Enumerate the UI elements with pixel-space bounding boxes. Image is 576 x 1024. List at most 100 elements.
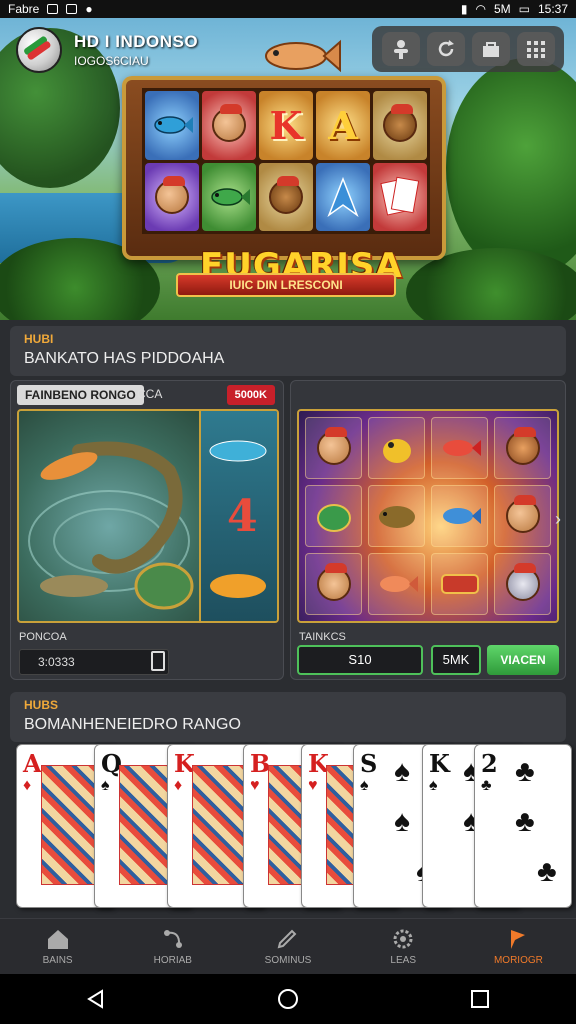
card-rank: S xyxy=(360,749,378,778)
recents-icon[interactable] xyxy=(468,987,492,1011)
card-pip: ♣ xyxy=(515,805,535,838)
tile xyxy=(431,417,488,479)
avatar xyxy=(212,104,246,143)
card-suit: ♠ xyxy=(101,777,110,794)
fish-symbol-2 xyxy=(202,162,256,231)
signal-icon: ▮ xyxy=(460,2,468,16)
app-logo[interactable] xyxy=(16,27,62,73)
monkey-symbol xyxy=(373,91,427,160)
wifi-icon: ◠ xyxy=(475,2,486,16)
game-panel-fishing[interactable]: FAINBENO RONGO CCA 5000K 4 PONCOA 3:0333 xyxy=(10,380,284,680)
network-text: 5M xyxy=(493,2,511,16)
panel-tag-secondary: CCA xyxy=(137,387,163,401)
panel-tag[interactable]: FAINBENO RONGO xyxy=(17,385,144,405)
status-bar: Fabre ● ▮ ◠ 5M ▭ 15:37 xyxy=(0,0,576,18)
nav-item-flag[interactable]: MORIOGR xyxy=(461,919,576,974)
back-icon[interactable] xyxy=(84,987,108,1011)
image-icon xyxy=(66,4,78,14)
monkey-avatar xyxy=(269,175,303,214)
character-symbol xyxy=(202,91,256,160)
section-header-2: HUBS BOMANHENEIEDRO RANGO xyxy=(10,692,566,742)
location-icon: ● xyxy=(85,2,93,16)
card-suit: ♥ xyxy=(250,777,260,794)
nav-label: MORIOGR xyxy=(493,955,543,966)
nav-item-settings[interactable]: LEAS xyxy=(346,919,461,974)
avatar xyxy=(155,175,189,214)
tile xyxy=(305,417,362,479)
share-icon xyxy=(163,930,182,948)
home-icon xyxy=(47,930,68,949)
card-row: A♦Q♠K♦B♥K♥S♠♠♠♠K♠♠♠♠2♣♣♣♣ xyxy=(0,744,576,914)
fish-symbol xyxy=(145,91,199,160)
svg-text:4: 4 xyxy=(227,491,258,542)
card-pip: ♣ xyxy=(515,755,535,788)
tile xyxy=(305,485,362,547)
avatar xyxy=(505,427,540,465)
tile xyxy=(368,485,425,547)
card-suit: ♠ xyxy=(360,777,369,794)
nav-label: HORIAB xyxy=(153,955,192,966)
tile xyxy=(305,553,362,615)
reel-letter-a: A xyxy=(328,102,358,148)
balance-field[interactable]: 3:0333 xyxy=(19,649,169,675)
character-icon[interactable] xyxy=(381,32,420,66)
tile xyxy=(494,485,551,547)
card-pip: ♣ xyxy=(537,855,557,888)
nav-item-share[interactable]: HORIAB xyxy=(115,919,230,974)
slots-game-art[interactable] xyxy=(297,409,559,623)
jungle-tree-right xyxy=(446,58,576,278)
app-title: HD I INDONSO xyxy=(74,32,199,51)
arrow-symbol xyxy=(316,162,370,231)
system-nav-bar xyxy=(0,974,576,1024)
avatar xyxy=(316,427,351,465)
chevron-right-icon[interactable]: › xyxy=(555,509,563,539)
playing-card[interactable]: 2 ♣ ♣ ♣ ♣ xyxy=(474,744,572,908)
cards-symbol xyxy=(373,162,427,231)
win-value-box[interactable]: 5MK xyxy=(431,645,481,675)
battery-icon: ▭ xyxy=(518,2,530,16)
top-toolbar xyxy=(372,26,564,72)
toggle-square[interactable] xyxy=(151,651,165,671)
card-suit: ♥ xyxy=(308,777,318,794)
home-circle-icon[interactable] xyxy=(276,987,300,1011)
card-suit: ♦ xyxy=(23,777,32,794)
refresh-icon[interactable] xyxy=(426,32,465,66)
game-panel-slots[interactable]: › TAINKCS S10 5MK VIACEN xyxy=(290,380,566,680)
character-symbol-2 xyxy=(145,162,199,231)
tile xyxy=(494,553,551,615)
carrier-text: Fabre xyxy=(8,2,40,16)
fishing-game-art[interactable]: 4 xyxy=(17,409,279,623)
slot-reels: K A xyxy=(142,88,430,234)
letter-symbol-k: K xyxy=(259,91,313,160)
monkey-avatar xyxy=(383,104,417,143)
hero-banner[interactable]: HD I INDONSO IOGOS6CIAU K A FUGARISA IUI… xyxy=(0,18,576,320)
letter-symbol-a: A xyxy=(316,91,370,160)
tile xyxy=(494,417,551,479)
gear-icon xyxy=(393,929,413,949)
tile xyxy=(368,417,425,479)
brand-ribbon: IUIC DIN LRESCONI xyxy=(176,273,396,297)
fish-icon xyxy=(265,39,341,73)
nav-label: SOMINUS xyxy=(264,955,312,966)
nav-item-pen[interactable]: SOMINUS xyxy=(230,919,345,974)
card-rank: K xyxy=(429,749,450,778)
shop-icon[interactable] xyxy=(471,32,510,66)
gallery-icon xyxy=(47,4,59,14)
field-label: TAINKCS xyxy=(299,631,346,643)
avatar xyxy=(505,563,540,601)
card-pip: ♠ xyxy=(394,755,410,788)
bet-value-box[interactable]: S10 xyxy=(297,645,423,675)
field-label: PONCOA xyxy=(19,631,67,643)
nav-item-home[interactable]: BAINS xyxy=(0,919,115,974)
slot-machine[interactable]: K A xyxy=(122,76,446,260)
app-subtitle: IOGOS6CIAU xyxy=(74,54,149,68)
clock-text: 15:37 xyxy=(537,2,568,16)
grid-icon[interactable] xyxy=(516,32,555,66)
dragon-fish-illustration xyxy=(28,441,194,610)
play-button[interactable]: VIACEN xyxy=(487,645,559,675)
monkey-symbol-2 xyxy=(259,162,313,231)
card-pip: ♠ xyxy=(394,805,410,838)
avatar xyxy=(316,563,351,601)
card-rank: A xyxy=(23,749,42,778)
section-kicker: HUBS xyxy=(24,698,59,712)
